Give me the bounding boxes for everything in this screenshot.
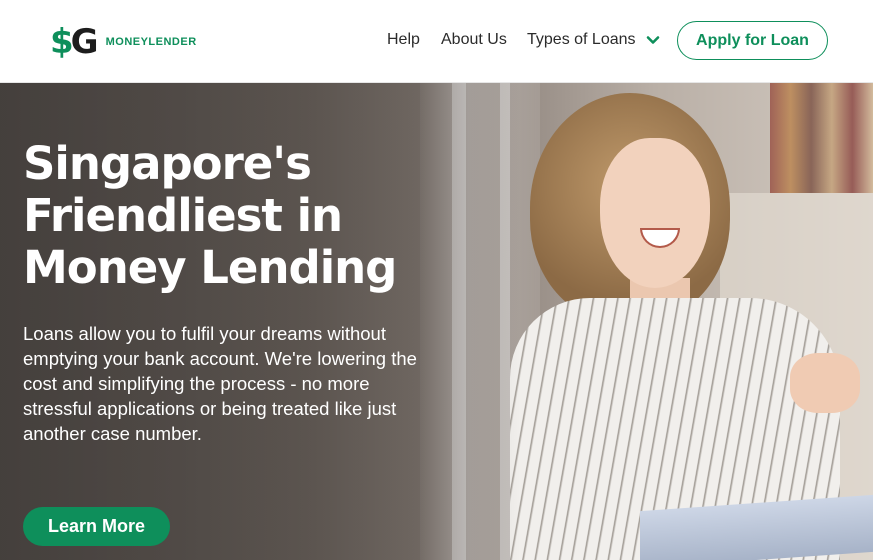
- hero-description: Loans allow you to fulfil your dreams wi…: [23, 323, 417, 444]
- nav-about-link[interactable]: About Us: [441, 31, 507, 49]
- learn-more-button[interactable]: Learn More: [23, 507, 170, 546]
- chevron-down-icon: [646, 33, 660, 47]
- hero-title-line: Money Lending: [23, 241, 397, 294]
- hero-section: Singapore's Friendliest in Money Lending…: [0, 83, 873, 560]
- nav-types-of-loans-dropdown[interactable]: Types of Loans: [527, 31, 660, 49]
- site-logo[interactable]: $G MONEYLENDER: [50, 22, 197, 62]
- hero-title: Singapore's Friendliest in Money Lending: [23, 138, 443, 294]
- hero-person-face: [600, 138, 710, 288]
- hero-title-line: Friendliest in: [23, 189, 343, 242]
- hero-person-hand: [790, 353, 860, 413]
- logo-g: G: [70, 22, 99, 62]
- nav-types-label: Types of Loans: [527, 31, 636, 48]
- logo-dollar: $: [50, 22, 74, 62]
- nav-help-link[interactable]: Help: [387, 31, 420, 49]
- logo-text: MONEYLENDER: [105, 36, 197, 48]
- sg-logo-mark: $G: [50, 22, 99, 62]
- apply-for-loan-button[interactable]: Apply for Loan: [677, 21, 828, 60]
- hero-bg-bookshelf: [770, 83, 873, 193]
- hero-title-line: Singapore's: [23, 137, 312, 190]
- site-header: $G MONEYLENDER Help About Us Types of Lo…: [0, 0, 873, 83]
